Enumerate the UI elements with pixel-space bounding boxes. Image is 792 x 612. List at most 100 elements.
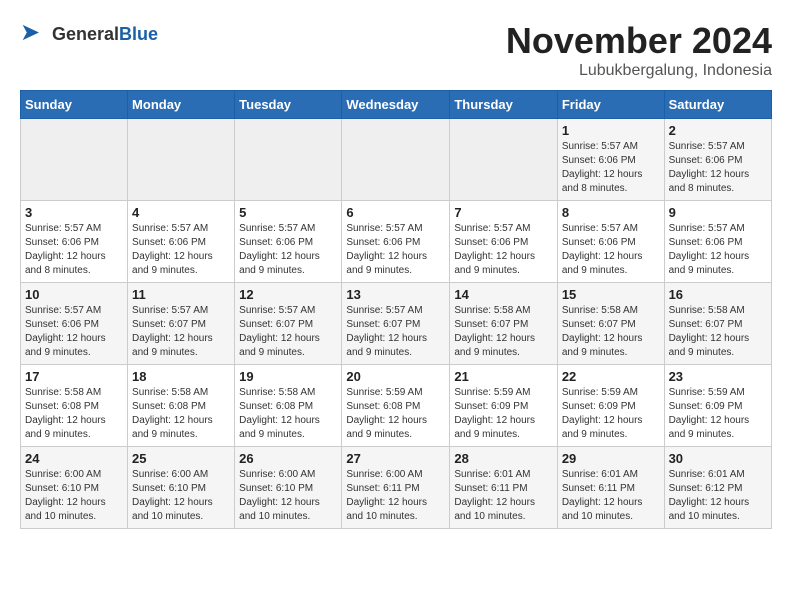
day-number: 20 bbox=[346, 369, 445, 384]
calendar-day-cell: 14 Sunrise: 5:58 AM Sunset: 6:07 PM Dayli… bbox=[450, 283, 557, 365]
calendar-table: SundayMondayTuesdayWednesdayThursdayFrid… bbox=[20, 90, 772, 529]
day-number: 29 bbox=[562, 451, 660, 466]
day-number: 13 bbox=[346, 287, 445, 302]
calendar-day-cell: 4 Sunrise: 5:57 AM Sunset: 6:06 PM Daylig… bbox=[128, 201, 235, 283]
calendar-day-cell: 27 Sunrise: 6:00 AM Sunset: 6:11 PM Dayli… bbox=[342, 447, 450, 529]
day-info: Sunrise: 5:57 AM Sunset: 6:07 PM Dayligh… bbox=[239, 304, 337, 360]
calendar-day-cell: 23Sunrise: 5:59 AM Sunset: 6:09 PM Dayli… bbox=[664, 365, 771, 447]
day-info: Sunrise: 5:59 AM Sunset: 6:08 PM Dayligh… bbox=[346, 386, 445, 442]
calendar-day-cell: 13 Sunrise: 5:57 AM Sunset: 6:07 PM Dayli… bbox=[342, 283, 450, 365]
weekday-header: Friday bbox=[557, 91, 664, 119]
day-number: 6 bbox=[346, 205, 445, 220]
day-info: Sunrise: 5:57 AM Sunset: 6:06 PM Dayligh… bbox=[132, 222, 230, 278]
day-number: 18 bbox=[132, 369, 230, 384]
day-number: 14 bbox=[454, 287, 552, 302]
weekday-header: Thursday bbox=[450, 91, 557, 119]
header: ➤ GeneralBlue November 2024 Lubukbergalu… bbox=[20, 20, 772, 80]
calendar-day-cell: 5Sunrise: 5:57 AM Sunset: 6:06 PM Daylig… bbox=[235, 201, 342, 283]
calendar-day-cell: 20 Sunrise: 5:59 AM Sunset: 6:08 PM Dayli… bbox=[342, 365, 450, 447]
day-number: 22 bbox=[562, 369, 660, 384]
day-info: Sunrise: 6:01 AM Sunset: 6:12 PM Dayligh… bbox=[669, 468, 767, 524]
day-info: Sunrise: 5:58 AM Sunset: 6:08 PM Dayligh… bbox=[239, 386, 337, 442]
day-info: Sunrise: 5:58 AM Sunset: 6:08 PM Dayligh… bbox=[132, 386, 230, 442]
day-number: 3 bbox=[25, 205, 123, 220]
day-number: 28 bbox=[454, 451, 552, 466]
calendar-day-cell: 9 Sunrise: 5:57 AM Sunset: 6:06 PM Daylig… bbox=[664, 201, 771, 283]
day-info: Sunrise: 5:57 AM Sunset: 6:07 PM Dayligh… bbox=[346, 304, 445, 360]
calendar-day-cell: 8Sunrise: 5:57 AM Sunset: 6:06 PM Daylig… bbox=[557, 201, 664, 283]
logo-general-text: General bbox=[52, 24, 119, 44]
day-number: 16 bbox=[669, 287, 767, 302]
day-number: 19 bbox=[239, 369, 337, 384]
calendar-day-cell: 22 Sunrise: 5:59 AM Sunset: 6:09 PM Dayli… bbox=[557, 365, 664, 447]
calendar-day-cell bbox=[21, 119, 128, 201]
day-info: Sunrise: 5:57 AM Sunset: 6:06 PM Dayligh… bbox=[346, 222, 445, 278]
day-info: Sunrise: 6:00 AM Sunset: 6:10 PM Dayligh… bbox=[25, 468, 123, 524]
day-info: Sunrise: 5:58 AM Sunset: 6:08 PM Dayligh… bbox=[25, 386, 123, 442]
calendar-header: SundayMondayTuesdayWednesdayThursdayFrid… bbox=[21, 91, 772, 119]
weekday-header: Wednesday bbox=[342, 91, 450, 119]
logo: ➤ GeneralBlue bbox=[20, 20, 158, 48]
calendar-day-cell: 19 Sunrise: 5:58 AM Sunset: 6:08 PM Dayli… bbox=[235, 365, 342, 447]
day-info: Sunrise: 5:58 AM Sunset: 6:07 PM Dayligh… bbox=[669, 304, 767, 360]
calendar-day-cell: 17Sunrise: 5:58 AM Sunset: 6:08 PM Dayli… bbox=[21, 365, 128, 447]
day-number: 12 bbox=[239, 287, 337, 302]
title-area: November 2024 Lubukbergalung, Indonesia bbox=[506, 20, 772, 80]
day-info: Sunrise: 6:00 AM Sunset: 6:10 PM Dayligh… bbox=[239, 468, 337, 524]
day-number: 27 bbox=[346, 451, 445, 466]
location-title: Lubukbergalung, Indonesia bbox=[506, 62, 772, 80]
day-info: Sunrise: 6:01 AM Sunset: 6:11 PM Dayligh… bbox=[454, 468, 552, 524]
day-number: 23 bbox=[669, 369, 767, 384]
weekday-header: Saturday bbox=[664, 91, 771, 119]
day-info: Sunrise: 5:57 AM Sunset: 6:06 PM Dayligh… bbox=[25, 222, 123, 278]
calendar-day-cell: 28 Sunrise: 6:01 AM Sunset: 6:11 PM Dayli… bbox=[450, 447, 557, 529]
day-number: 21 bbox=[454, 369, 552, 384]
calendar-day-cell: 7Sunrise: 5:57 AM Sunset: 6:06 PM Daylig… bbox=[450, 201, 557, 283]
weekday-row: SundayMondayTuesdayWednesdayThursdayFrid… bbox=[21, 91, 772, 119]
calendar-day-cell: 11Sunrise: 5:57 AM Sunset: 6:07 PM Dayli… bbox=[128, 283, 235, 365]
calendar-day-cell: 3 Sunrise: 5:57 AM Sunset: 6:06 PM Daylig… bbox=[21, 201, 128, 283]
calendar-body: 1 Sunrise: 5:57 AM Sunset: 6:06 PM Daylig… bbox=[21, 119, 772, 529]
logo-icon: ➤ bbox=[20, 20, 48, 48]
day-info: Sunrise: 6:00 AM Sunset: 6:11 PM Dayligh… bbox=[346, 468, 445, 524]
day-info: Sunrise: 5:58 AM Sunset: 6:07 PM Dayligh… bbox=[562, 304, 660, 360]
calendar-day-cell bbox=[235, 119, 342, 201]
day-info: Sunrise: 5:59 AM Sunset: 6:09 PM Dayligh… bbox=[562, 386, 660, 442]
day-number: 30 bbox=[669, 451, 767, 466]
weekday-header: Monday bbox=[128, 91, 235, 119]
calendar-day-cell bbox=[450, 119, 557, 201]
calendar-day-cell: 26 Sunrise: 6:00 AM Sunset: 6:10 PM Dayli… bbox=[235, 447, 342, 529]
calendar-day-cell: 25Sunrise: 6:00 AM Sunset: 6:10 PM Dayli… bbox=[128, 447, 235, 529]
svg-text:➤: ➤ bbox=[20, 20, 40, 46]
calendar-week-row: 3 Sunrise: 5:57 AM Sunset: 6:06 PM Daylig… bbox=[21, 201, 772, 283]
day-number: 26 bbox=[239, 451, 337, 466]
day-number: 2 bbox=[669, 123, 767, 138]
calendar-day-cell: 15Sunrise: 5:58 AM Sunset: 6:07 PM Dayli… bbox=[557, 283, 664, 365]
day-info: Sunrise: 5:57 AM Sunset: 6:07 PM Dayligh… bbox=[132, 304, 230, 360]
day-info: Sunrise: 5:57 AM Sunset: 6:06 PM Dayligh… bbox=[669, 222, 767, 278]
day-number: 25 bbox=[132, 451, 230, 466]
day-info: Sunrise: 5:58 AM Sunset: 6:07 PM Dayligh… bbox=[454, 304, 552, 360]
calendar-day-cell: 12 Sunrise: 5:57 AM Sunset: 6:07 PM Dayli… bbox=[235, 283, 342, 365]
day-number: 1 bbox=[562, 123, 660, 138]
day-number: 7 bbox=[454, 205, 552, 220]
calendar-day-cell: 6 Sunrise: 5:57 AM Sunset: 6:06 PM Daylig… bbox=[342, 201, 450, 283]
day-info: Sunrise: 6:01 AM Sunset: 6:11 PM Dayligh… bbox=[562, 468, 660, 524]
calendar-day-cell: 30 Sunrise: 6:01 AM Sunset: 6:12 PM Dayli… bbox=[664, 447, 771, 529]
day-number: 4 bbox=[132, 205, 230, 220]
calendar-week-row: 24Sunrise: 6:00 AM Sunset: 6:10 PM Dayli… bbox=[21, 447, 772, 529]
calendar-day-cell: 24Sunrise: 6:00 AM Sunset: 6:10 PM Dayli… bbox=[21, 447, 128, 529]
day-info: Sunrise: 5:57 AM Sunset: 6:06 PM Dayligh… bbox=[562, 222, 660, 278]
calendar-week-row: 10Sunrise: 5:57 AM Sunset: 6:06 PM Dayli… bbox=[21, 283, 772, 365]
logo-blue-text: Blue bbox=[119, 24, 158, 44]
day-info: Sunrise: 5:59 AM Sunset: 6:09 PM Dayligh… bbox=[454, 386, 552, 442]
month-title: November 2024 bbox=[506, 20, 772, 62]
calendar-day-cell bbox=[342, 119, 450, 201]
calendar-day-cell: 1Sunrise: 5:57 AM Sunset: 6:06 PM Daylig… bbox=[557, 119, 664, 201]
calendar-day-cell bbox=[128, 119, 235, 201]
weekday-header: Tuesday bbox=[235, 91, 342, 119]
day-number: 9 bbox=[669, 205, 767, 220]
weekday-header: Sunday bbox=[21, 91, 128, 119]
calendar-day-cell: 18 Sunrise: 5:58 AM Sunset: 6:08 PM Dayli… bbox=[128, 365, 235, 447]
day-info: Sunrise: 5:57 AM Sunset: 6:06 PM Dayligh… bbox=[669, 140, 767, 196]
